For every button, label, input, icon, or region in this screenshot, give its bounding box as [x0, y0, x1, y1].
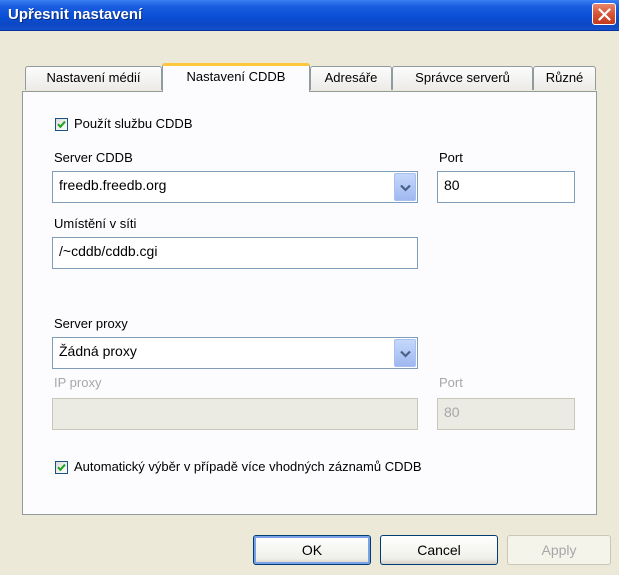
title-bar: Upřesnit nastavení: [0, 0, 619, 31]
tab-nastaveni-cddb[interactable]: Nastavení CDDB: [162, 63, 310, 92]
close-button[interactable]: [592, 3, 616, 25]
auto-select-label: Automatický výběr v případě více vhodnýc…: [74, 459, 422, 474]
server-cddb-label: Server CDDB: [54, 150, 133, 165]
tab-ruzne[interactable]: Různé: [533, 66, 596, 90]
proxy-server-combobox[interactable]: Žádná proxy: [52, 337, 418, 369]
location-label: Umístění v síti: [54, 216, 137, 231]
ip-proxy-input[interactable]: [52, 398, 418, 430]
checkmark-icon: [57, 463, 66, 472]
checkmark-icon: [57, 120, 66, 129]
window-title: Upřesnit nastavení: [8, 6, 143, 23]
auto-select-checkbox[interactable]: [55, 461, 68, 474]
server-cddb-value: freedb.freedb.org: [59, 177, 167, 193]
proxy-server-label: Server proxy: [54, 316, 128, 331]
proxy-port-label: Port: [439, 375, 463, 390]
server-cddb-combobox[interactable]: freedb.freedb.org: [52, 171, 418, 203]
proxy-server-dropdown-button[interactable]: [394, 339, 416, 367]
cddb-settings-panel: Použít službu CDDB Server CDDB freedb.fr…: [22, 91, 597, 515]
close-icon: [598, 8, 611, 21]
location-input[interactable]: /~cddb/cddb.cgi: [52, 237, 418, 269]
location-value: /~cddb/cddb.cgi: [59, 243, 158, 259]
tab-spravce-serveru[interactable]: Správce serverů: [392, 66, 533, 90]
ok-button[interactable]: OK: [253, 535, 371, 565]
port-input[interactable]: 80: [437, 171, 575, 203]
ip-proxy-label: IP proxy: [54, 375, 102, 390]
chevron-down-icon: [400, 184, 411, 192]
apply-button[interactable]: Apply: [507, 535, 611, 565]
proxy-port-input[interactable]: 80: [437, 398, 575, 430]
tab-adresare[interactable]: Adresáře: [310, 66, 392, 90]
proxy-server-value: Žádná proxy: [59, 343, 137, 359]
chevron-down-icon: [400, 350, 411, 358]
tab-nastaveni-medii[interactable]: Nastavení médií: [25, 66, 162, 90]
port-value: 80: [444, 177, 460, 193]
port-label: Port: [439, 150, 463, 165]
use-cddb-label: Použít službu CDDB: [74, 116, 193, 131]
server-cddb-dropdown-button[interactable]: [394, 173, 416, 201]
proxy-port-value: 80: [444, 404, 460, 420]
use-cddb-checkbox[interactable]: [55, 118, 68, 131]
cancel-button[interactable]: Cancel: [380, 535, 498, 565]
